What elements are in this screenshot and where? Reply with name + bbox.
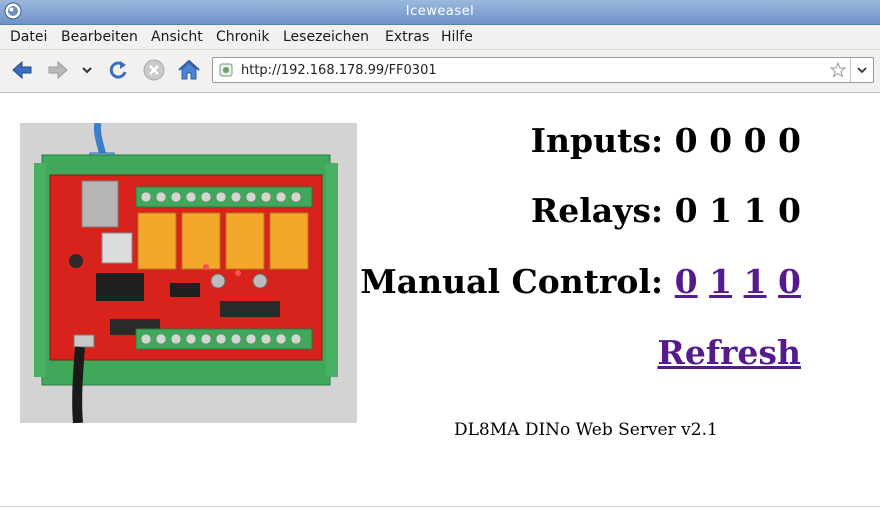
relay-value-2: 1 — [709, 191, 733, 230]
input-value-4: 0 — [778, 121, 801, 160]
history-dropdown-icon[interactable] — [78, 57, 96, 83]
dino-board-photo — [20, 123, 357, 423]
menu-lesezeichen[interactable]: Lesezeichen — [283, 29, 369, 45]
manual-relay-2-link[interactable]: 1 — [709, 262, 732, 301]
relay-value-1: 0 — [674, 191, 698, 230]
url-dropdown-icon[interactable] — [850, 58, 873, 82]
bookmark-star-icon[interactable] — [829, 61, 847, 79]
url-bar[interactable] — [212, 57, 874, 83]
server-version-footer: DL8MA DINo Web Server v2.1 — [454, 420, 718, 440]
manual-control-row: Manual Control: 0 1 1 0 — [360, 262, 801, 301]
site-identity-icon[interactable] — [219, 63, 233, 77]
menu-bar: Datei Bearbeiten Ansicht Chronik Lesezei… — [0, 25, 880, 50]
url-input[interactable] — [241, 60, 821, 80]
menu-datei[interactable]: Datei — [10, 29, 47, 45]
menu-ansicht[interactable]: Ansicht — [151, 29, 203, 45]
refresh-row: Refresh — [657, 333, 801, 372]
relays-row: Relays: 0 1 1 0 — [531, 191, 801, 230]
menu-chronik[interactable]: Chronik — [216, 29, 270, 45]
stop-icon[interactable] — [141, 57, 167, 83]
reload-icon[interactable] — [105, 57, 131, 83]
navigation-toolbar — [0, 50, 880, 93]
menu-bearbeiten[interactable]: Bearbeiten — [61, 29, 138, 45]
page-content: Inputs: 0 0 0 0 Relays: 0 1 1 0 Manual C… — [0, 93, 880, 510]
menu-extras[interactable]: Extras — [385, 29, 429, 45]
window-bottom-border — [0, 506, 880, 507]
window-titlebar: Iceweasel — [0, 0, 880, 25]
inputs-label: Inputs: — [530, 121, 664, 160]
relay-value-4: 0 — [778, 191, 801, 230]
input-value-1: 0 — [674, 121, 698, 160]
manual-relay-1-link[interactable]: 0 — [675, 262, 698, 301]
input-value-3: 0 — [743, 121, 767, 160]
refresh-link[interactable]: Refresh — [657, 333, 801, 372]
back-arrow-icon[interactable] — [9, 57, 35, 83]
home-icon[interactable] — [176, 57, 202, 83]
relay-value-3: 1 — [743, 191, 767, 230]
manual-relay-3-link[interactable]: 1 — [744, 262, 767, 301]
manual-relay-4-link[interactable]: 0 — [778, 262, 801, 301]
relays-label: Relays: — [530, 191, 664, 230]
window-title: Iceweasel — [405, 4, 475, 19]
inputs-row: Inputs: 0 0 0 0 — [531, 121, 801, 160]
manual-control-label: Manual Control: — [360, 262, 664, 301]
forward-arrow-icon[interactable] — [45, 57, 71, 83]
menu-hilfe[interactable]: Hilfe — [441, 29, 473, 45]
input-value-2: 0 — [709, 121, 733, 160]
